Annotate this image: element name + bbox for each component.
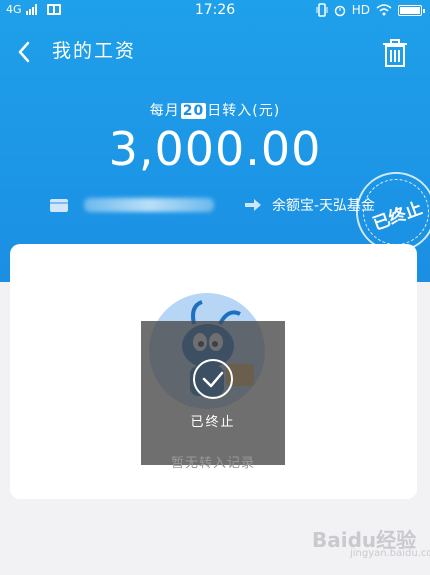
stamp-text: 已终止 xyxy=(370,198,426,235)
back-button[interactable] xyxy=(12,38,40,66)
transfer-caption: 每月 20 日转入(元) xyxy=(0,100,430,120)
page-title: 我的工资 xyxy=(52,40,137,62)
terminated-overlay: 已终止 xyxy=(141,321,285,465)
empty-records-text: 暂无转入记录 xyxy=(170,456,255,471)
trash-icon[interactable] xyxy=(380,38,410,68)
masked-card-number xyxy=(84,198,214,212)
transfer-route: 余额宝-天弘基金 xyxy=(50,195,375,215)
hd-label: HD xyxy=(351,3,370,17)
wifi-icon xyxy=(376,4,392,16)
caption-suffix: 日转入(元) xyxy=(207,103,281,119)
transfer-day: 20 xyxy=(180,103,207,119)
overlay-status: 已终止 xyxy=(190,415,236,430)
status-bar: 4G 17:26 HD xyxy=(0,0,430,22)
caption-prefix: 每月 xyxy=(149,103,180,119)
battery-icon xyxy=(398,4,425,16)
transfer-amount: 3,000.00 xyxy=(108,122,322,176)
watermark-url: jingyan.baidu.com xyxy=(350,548,430,559)
check-circle-icon xyxy=(193,359,233,399)
arrow-right-icon xyxy=(245,199,261,211)
vibrate-icon xyxy=(316,3,328,17)
bank-card-icon xyxy=(50,198,68,212)
alarm-icon xyxy=(334,5,345,17)
